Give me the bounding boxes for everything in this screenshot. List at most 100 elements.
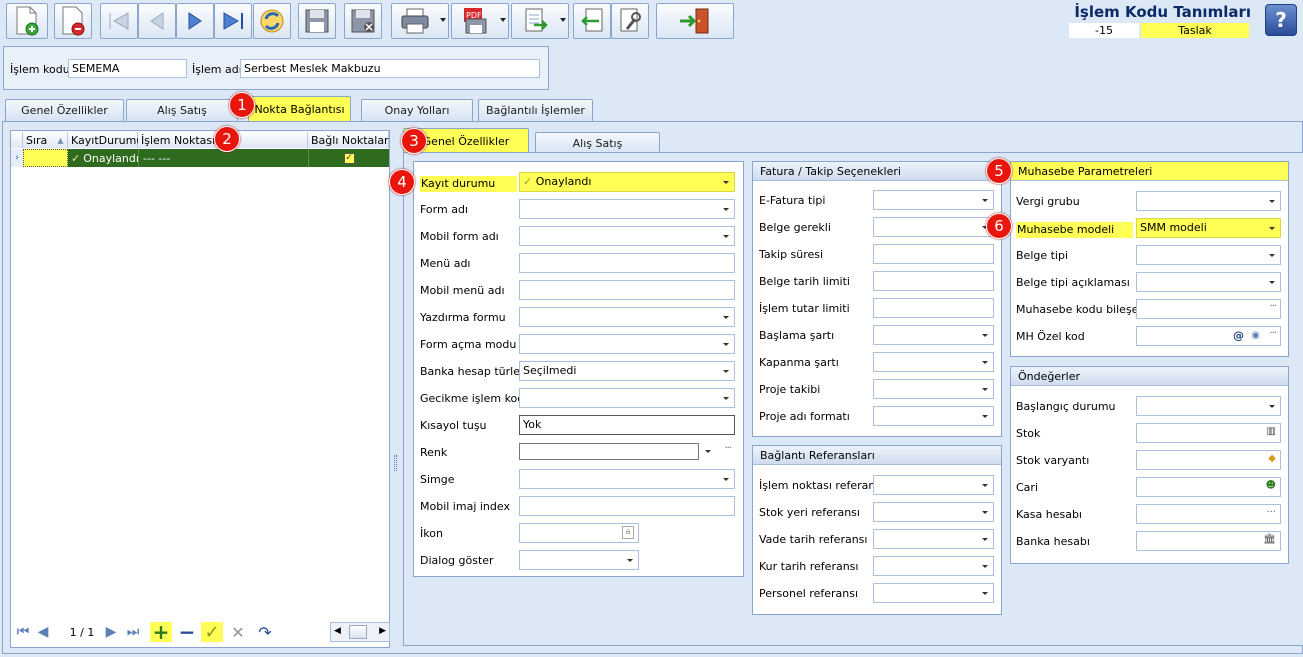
- export-dropdown-icon[interactable]: [560, 18, 566, 22]
- kayit-durumu-dropdown-icon[interactable]: [723, 181, 729, 184]
- field-i-kon[interactable]: a: [519, 523, 639, 543]
- field-personel-referansi[interactable]: [873, 583, 994, 603]
- next-record-button[interactable]: [176, 3, 214, 39]
- field-stok-varyanti[interactable]: ◆: [1136, 450, 1281, 470]
- field-yazdirma-formu[interactable]: [519, 307, 735, 327]
- e-fatura-tipi-dropdown-icon[interactable]: [982, 199, 988, 202]
- subtab-alis-satis[interactable]: Alış Satış: [535, 132, 660, 154]
- field-form-acma-modu[interactable]: [519, 334, 735, 354]
- scroll-thumb[interactable]: [349, 625, 367, 639]
- field-mobil-form-adi[interactable]: [519, 226, 735, 246]
- export-button[interactable]: [511, 3, 569, 39]
- yazdirma-formu-dropdown-icon[interactable]: [723, 316, 729, 319]
- tab-genel-ozellikler[interactable]: Genel Özellikler: [5, 99, 124, 121]
- scroll-right-icon[interactable]: ▶: [379, 626, 386, 636]
- settings-button[interactable]: [611, 3, 649, 39]
- row-sira-cell[interactable]: [23, 149, 68, 167]
- scroll-left-icon[interactable]: ◀: [334, 626, 341, 636]
- new-button[interactable]: [6, 3, 48, 39]
- i-slem-noktasi-referansi-dropdown-icon[interactable]: [982, 484, 988, 487]
- field-i-slem-tutar-limiti[interactable]: [873, 298, 994, 318]
- pdf-dropdown-icon[interactable]: [500, 18, 506, 22]
- first-record-button[interactable]: [100, 3, 138, 39]
- field-kayit-durumu[interactable]: ✓ Onaylandı: [519, 172, 735, 192]
- nav-first-icon[interactable]: ⏮: [14, 622, 32, 642]
- ellipsis[interactable]: ···: [1266, 507, 1276, 518]
- code-input[interactable]: SEMEMA: [68, 59, 187, 78]
- nav-cancel-icon[interactable]: ✕: [228, 622, 248, 642]
- field-belge-tipi-aciklamasi[interactable]: [1136, 272, 1281, 292]
- mobil-form-adi-dropdown-icon[interactable]: [723, 235, 729, 238]
- grid-header-kayitdurumu[interactable]: KayıtDurumu: [68, 132, 143, 148]
- field-kisayol-tusu[interactable]: Yok: [519, 415, 735, 435]
- nav-next-icon[interactable]: ▶: [104, 622, 118, 642]
- at-sign-icon[interactable]: @: [1233, 329, 1244, 342]
- form-acma-modu-dropdown-icon[interactable]: [723, 343, 729, 346]
- field-simge[interactable]: [519, 469, 735, 489]
- renk-dropdown-icon[interactable]: [705, 450, 711, 453]
- tab-baglantili-islemler[interactable]: Bağlantılı İşlemler: [478, 99, 593, 121]
- nav-remove-icon[interactable]: −: [177, 620, 197, 644]
- bank-icon[interactable]: 🏛: [1263, 534, 1276, 545]
- field-belge-tipi[interactable]: [1136, 245, 1281, 265]
- tab-nokta-baglantisi[interactable]: Nokta Bağlantısı: [248, 96, 351, 121]
- nav-add-icon[interactable]: +: [150, 620, 172, 644]
- name-input[interactable]: Serbest Meslek Makbuzu: [240, 59, 540, 78]
- nav-prev-icon[interactable]: ◀: [36, 622, 50, 642]
- field-stok-yeri-referansi[interactable]: [873, 502, 994, 522]
- vade-tarih-referansi-dropdown-icon[interactable]: [982, 538, 988, 541]
- gecikme-islem-kodu-dropdown-icon[interactable]: [723, 397, 729, 400]
- proje-takibi-dropdown-icon[interactable]: [982, 388, 988, 391]
- muhasebe-modeli-dropdown-icon[interactable]: [1269, 227, 1275, 230]
- import-button[interactable]: [573, 3, 611, 39]
- row-durum-cell[interactable]: ✓ Onaylandı: [68, 149, 139, 167]
- field-kasa-hesabi[interactable]: ···: [1136, 504, 1281, 524]
- row-bagli-cell[interactable]: ✓: [308, 149, 389, 167]
- field-muhasebe-kodu-bileseni[interactable]: ···: [1136, 299, 1281, 319]
- field-takip-suresi[interactable]: [873, 244, 994, 264]
- field-banka-hesap-turleri[interactable]: Seçilmedi: [519, 361, 735, 381]
- field-mobil-imaj-index[interactable]: [519, 496, 735, 516]
- banka-hesap-turleri-dropdown-icon[interactable]: [723, 370, 729, 373]
- table-row[interactable]: › ✓ Onaylandı --- --- ✓: [11, 149, 389, 167]
- view-icon[interactable]: ◉: [1251, 330, 1260, 341]
- form-adi-dropdown-icon[interactable]: [723, 208, 729, 211]
- field-mobil-menu-adi[interactable]: [519, 280, 735, 300]
- print-button[interactable]: [391, 3, 449, 39]
- grid-header-sira[interactable]: Sıra ▲: [23, 132, 68, 148]
- splitter-handle[interactable]: [394, 455, 397, 471]
- kur-tarih-referansi-dropdown-icon[interactable]: [982, 565, 988, 568]
- field-muhasebe-modeli[interactable]: SMM modeli: [1136, 218, 1281, 238]
- field-banka-hesabi[interactable]: 🏛: [1136, 531, 1281, 551]
- nav-last-icon[interactable]: ⏭: [124, 622, 142, 642]
- exit-button[interactable]: [656, 3, 734, 39]
- field-gecikme-islem-kodu[interactable]: [519, 388, 735, 408]
- horizontal-scrollbar[interactable]: ◀ ▶: [330, 622, 390, 642]
- delete-button[interactable]: [54, 3, 92, 39]
- last-record-button[interactable]: [214, 3, 252, 39]
- grid-header-bagli-noktalar[interactable]: Bağlı Noktalar: [308, 132, 389, 148]
- field-vade-tarih-referansi[interactable]: [873, 529, 994, 549]
- belge-tipi-aciklamasi-dropdown-icon[interactable]: [1269, 281, 1275, 284]
- field-form-adi[interactable]: [519, 199, 735, 219]
- save-close-button[interactable]: [344, 3, 382, 39]
- personel-referansi-dropdown-icon[interactable]: [982, 592, 988, 595]
- nav-confirm-icon[interactable]: ✓: [201, 622, 223, 643]
- field-dialog-goster[interactable]: [519, 550, 639, 570]
- field-i-slem-noktasi-referansi[interactable]: [873, 475, 994, 495]
- muhasebe-kodu-bileseni-ellipsis-icon[interactable]: ···: [1269, 301, 1276, 312]
- belge-tipi-dropdown-icon[interactable]: [1269, 254, 1275, 257]
- field-renk[interactable]: ···: [519, 442, 735, 462]
- field-vergi-grubu[interactable]: [1136, 191, 1281, 211]
- field-menu-adi[interactable]: [519, 253, 735, 273]
- field-cari[interactable]: ☻: [1136, 477, 1281, 497]
- people-icon[interactable]: ☻: [1266, 480, 1276, 491]
- help-button[interactable]: ?: [1265, 4, 1297, 36]
- tab-onay-yollari[interactable]: Onay Yolları: [361, 99, 473, 121]
- image-picker-icon[interactable]: a: [622, 526, 634, 539]
- pdf-export-button[interactable]: PDF: [451, 3, 509, 39]
- field-stok[interactable]: ▥: [1136, 423, 1281, 443]
- field-baslama-sarti[interactable]: [873, 325, 994, 345]
- mh-ozel-kod-ellipsis-icon[interactable]: ···: [1269, 328, 1276, 339]
- baslama-sarti-dropdown-icon[interactable]: [982, 334, 988, 337]
